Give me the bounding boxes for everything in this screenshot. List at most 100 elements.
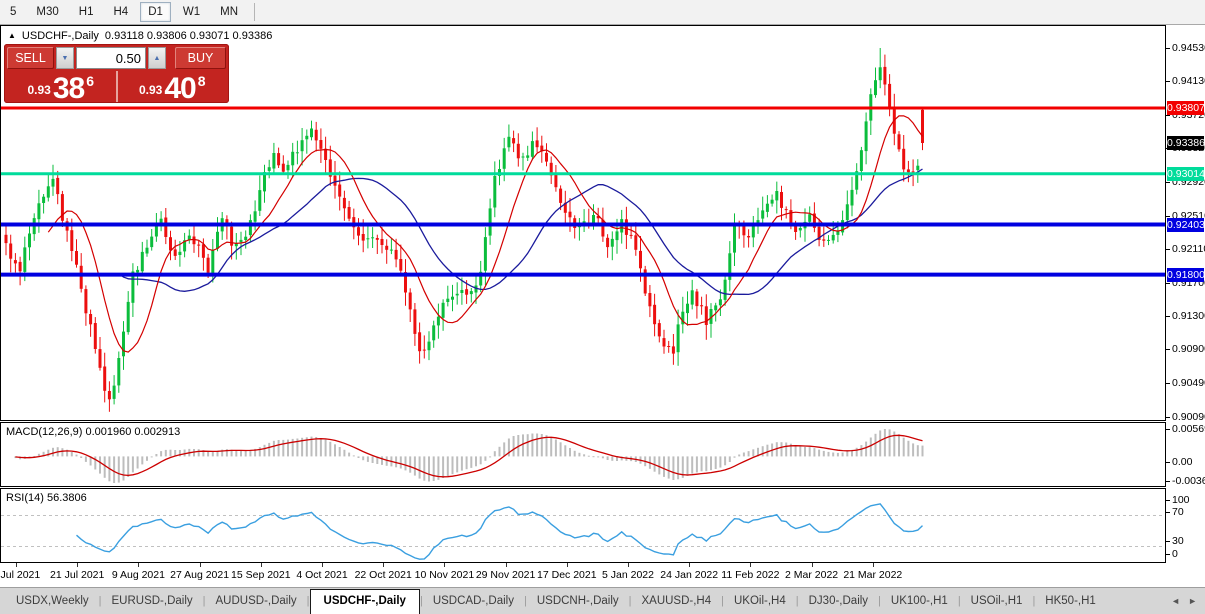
chart-tab-usdx[interactable]: USDX,Weekly	[6, 591, 99, 611]
date-label: 22 Oct 2021	[355, 569, 412, 581]
buy-button[interactable]: BUY	[175, 47, 226, 69]
chart-tab-xauusd[interactable]: XAUUSD-,H4	[631, 591, 721, 611]
collapse-arrow-icon[interactable]: ▲	[8, 31, 16, 40]
price-tick-label: 0.90090	[1172, 411, 1205, 423]
timeframe-button-d1[interactable]: D1	[140, 2, 171, 22]
sell-button[interactable]: SELL	[7, 47, 54, 69]
timeframe-button-mn[interactable]: MN	[212, 2, 246, 22]
date-label: 4 Oct 2021	[296, 569, 347, 581]
timeframe-button-w1[interactable]: W1	[175, 2, 208, 22]
volume-decrease-button[interactable]: ▼	[56, 47, 74, 69]
date-tick-mark	[383, 563, 384, 567]
price-chart-panel: ▲ USDCHF-,Daily 0.93118 0.93806 0.93071 …	[0, 25, 1166, 421]
axis-tick-mark	[1166, 81, 1170, 82]
price-tick-label: 0.90900	[1172, 343, 1205, 355]
date-label: 2 Jul 2021	[0, 569, 40, 581]
axis-tick-mark	[1166, 249, 1170, 250]
date-tick-mark	[812, 563, 813, 567]
tab-scroll-arrows: ◄►	[1171, 596, 1205, 606]
tab-scroll-left-icon[interactable]: ◄	[1171, 596, 1180, 606]
date-tick-mark	[322, 563, 323, 567]
date-tick-mark	[628, 563, 629, 567]
chart-tab-hk50[interactable]: HK50-,H1	[1035, 591, 1106, 611]
sell-price-display[interactable]: 0.93 38 6	[7, 71, 115, 102]
timeframe-button-h4[interactable]: H4	[105, 2, 136, 22]
current-price-label: 0.93386	[1167, 136, 1204, 150]
timeframe-toolbar: 5M30H1H4D1W1MN	[0, 0, 1205, 25]
time-axis: 2 Jul 2021 21 Jul 2021 9 Aug 2021 27 Aug 20…	[0, 563, 1166, 587]
indicator-axis-label: 0.00	[1172, 456, 1192, 468]
chart-tab-usdcnh[interactable]: USDCNH-,Daily	[527, 591, 629, 611]
macd-indicator-panel: MACD(12,26,9) 0.001960 0.002913	[0, 422, 1166, 487]
date-tick-mark	[138, 563, 139, 567]
chart-tab-eurusd[interactable]: EURUSD-,Daily	[102, 591, 203, 611]
indicator-axis-label: 30	[1172, 535, 1184, 547]
date-tick-mark	[16, 563, 17, 567]
timeframe-button-h1[interactable]: H1	[71, 2, 102, 22]
date-label: 11 Feb 2022	[721, 569, 779, 581]
axis-tick-mark	[1166, 383, 1170, 384]
tab-scroll-right-icon[interactable]: ►	[1188, 596, 1197, 606]
axis-tick-mark	[1166, 554, 1170, 555]
date-label: 10 Nov 2021	[415, 569, 475, 581]
date-label: 2 Mar 2022	[785, 569, 838, 581]
trading-terminal-window: 5M30H1H4D1W1MN ▲ USDCHF-,Daily 0.93118 0…	[0, 0, 1205, 614]
date-tick-mark	[261, 563, 262, 567]
rsi-chart	[1, 489, 1165, 562]
chart-ohlc-values: 0.93118 0.93806 0.93071 0.93386	[105, 30, 272, 42]
date-tick-mark	[750, 563, 751, 567]
indicator-axis-label: 0	[1172, 548, 1178, 560]
sell-price-prefix: 0.93	[27, 83, 50, 97]
axis-tick-mark	[1166, 316, 1170, 317]
timeframe-button-5[interactable]: 5	[2, 2, 24, 22]
date-tick-mark	[689, 563, 690, 567]
toolbar-separator	[254, 3, 255, 21]
price-tick-label: 0.94130	[1172, 75, 1205, 87]
sell-price-point: 6	[86, 73, 94, 89]
one-click-trading-widget: SELL ▼ 0.50 ▲ BUY 0.93 38 6 0.93 40 8	[4, 44, 229, 103]
volume-input[interactable]: 0.50	[76, 47, 146, 69]
chart-tab-usdcad[interactable]: USDCAD-,Daily	[423, 591, 524, 611]
buy-price-display[interactable]: 0.93 40 8	[119, 71, 227, 102]
axis-tick-mark	[1166, 512, 1170, 513]
chart-tab-audusd[interactable]: AUDUSD-,Daily	[206, 591, 307, 611]
timeframe-button-m30[interactable]: M30	[28, 2, 66, 22]
price-tick-label: 0.94530	[1172, 42, 1205, 54]
axis-tick-mark	[1166, 283, 1170, 284]
date-label: 21 Jul 2021	[50, 569, 104, 581]
axis-tick-mark	[1166, 349, 1170, 350]
date-tick-mark	[444, 563, 445, 567]
chart-tab-dj30[interactable]: DJ30-,Daily	[799, 591, 878, 611]
chart-tab-uk100[interactable]: UK100-,H1	[881, 591, 958, 611]
axis-tick-mark	[1166, 541, 1170, 542]
price-tick-label: 0.92110	[1172, 243, 1205, 255]
date-label: 15 Sep 2021	[231, 569, 291, 581]
date-label: 24 Jan 2022	[660, 569, 718, 581]
chart-tab-usoil[interactable]: USOil-,H1	[961, 591, 1033, 611]
chart-tab-usdchf[interactable]: USDCHF-,Daily	[310, 589, 420, 614]
chart-tab-ukoil[interactable]: UKOil-,H4	[724, 591, 796, 611]
buy-price-prefix: 0.93	[139, 83, 162, 97]
indicator-axis-label: 100	[1172, 494, 1190, 506]
date-tick-mark	[77, 563, 78, 567]
date-tick-mark	[200, 563, 201, 567]
chart-header: ▲ USDCHF-,Daily 0.93118 0.93806 0.93071 …	[8, 30, 272, 42]
date-tick-mark	[873, 563, 874, 567]
date-label: 27 Aug 2021	[170, 569, 229, 581]
level-price-label: 0.92403	[1167, 218, 1204, 232]
indicator-axis-label: 0.005692	[1172, 423, 1205, 435]
axis-tick-mark	[1166, 500, 1170, 501]
axis-tick-mark	[1166, 417, 1170, 418]
date-label: 21 Mar 2022	[843, 569, 902, 581]
price-axis: 0.945300.941300.937200.933200.929200.925…	[1166, 25, 1205, 587]
sell-price-pips: 38	[53, 76, 84, 101]
date-label: 29 Nov 2021	[476, 569, 536, 581]
chart-tab-bar: USDX,Weekly|EURUSD-,Daily|AUDUSD-,Daily|…	[0, 587, 1205, 614]
volume-increase-button[interactable]: ▲	[148, 47, 166, 69]
price-tick-label: 0.91300	[1172, 310, 1205, 322]
indicator-axis-label: 70	[1172, 506, 1184, 518]
date-label: 5 Jan 2022	[602, 569, 654, 581]
date-label: 9 Aug 2021	[112, 569, 165, 581]
axis-tick-mark	[1166, 429, 1170, 430]
date-tick-mark	[506, 563, 507, 567]
